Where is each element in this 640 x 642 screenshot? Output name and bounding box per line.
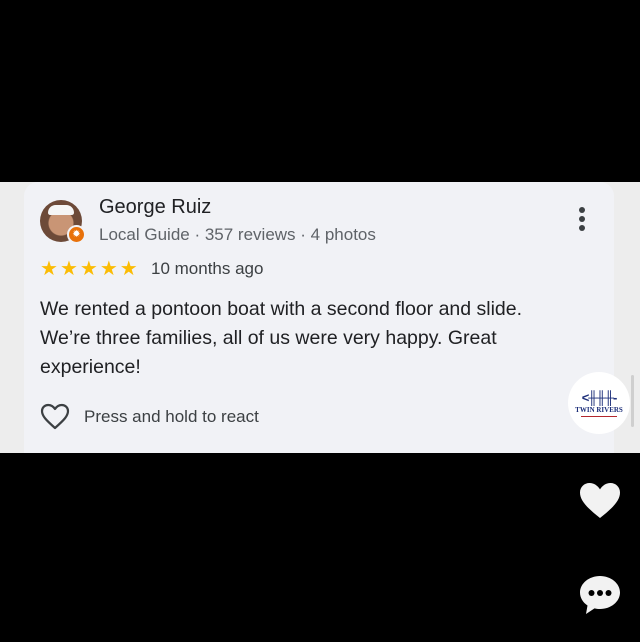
- star-icon: ★: [99, 258, 118, 280]
- rating-stars: ★ ★ ★ ★ ★: [40, 258, 138, 280]
- star-icon: ★: [119, 258, 138, 280]
- like-button[interactable]: [578, 481, 622, 526]
- more-vert-icon[interactable]: [572, 207, 592, 235]
- heart-icon: [580, 483, 620, 518]
- review-time: 10 months ago: [151, 259, 264, 278]
- heart-outline-icon: [40, 403, 70, 430]
- comment-icon: [580, 576, 620, 614]
- review-text: We rented a pontoon boat with a second f…: [40, 298, 523, 378]
- reviewer-name[interactable]: George Ruiz: [99, 196, 211, 219]
- logo-text: TWIN RIVERS: [575, 405, 623, 414]
- twin-rivers-logo[interactable]: <╫╫╫- TWIN RIVERS: [568, 372, 630, 434]
- react-label: Press and hold to react: [84, 406, 259, 426]
- avatar-cap: [48, 205, 74, 215]
- local-guide-badge-icon: ✹: [67, 225, 86, 244]
- star-icon: ★: [79, 258, 98, 280]
- logo-underline: [581, 415, 617, 417]
- star-icon: ★: [40, 258, 58, 280]
- star-icon: ★: [59, 258, 78, 280]
- avatar[interactable]: ✹: [40, 200, 86, 244]
- reviewer-meta: Local Guide · 357 reviews · 4 photos: [99, 225, 376, 244]
- scrollbar[interactable]: [631, 375, 634, 427]
- fish-bone-icon: <╫╫╫-: [581, 389, 618, 405]
- react-button[interactable]: Press and hold to react: [40, 403, 259, 430]
- comment-button[interactable]: [578, 574, 622, 621]
